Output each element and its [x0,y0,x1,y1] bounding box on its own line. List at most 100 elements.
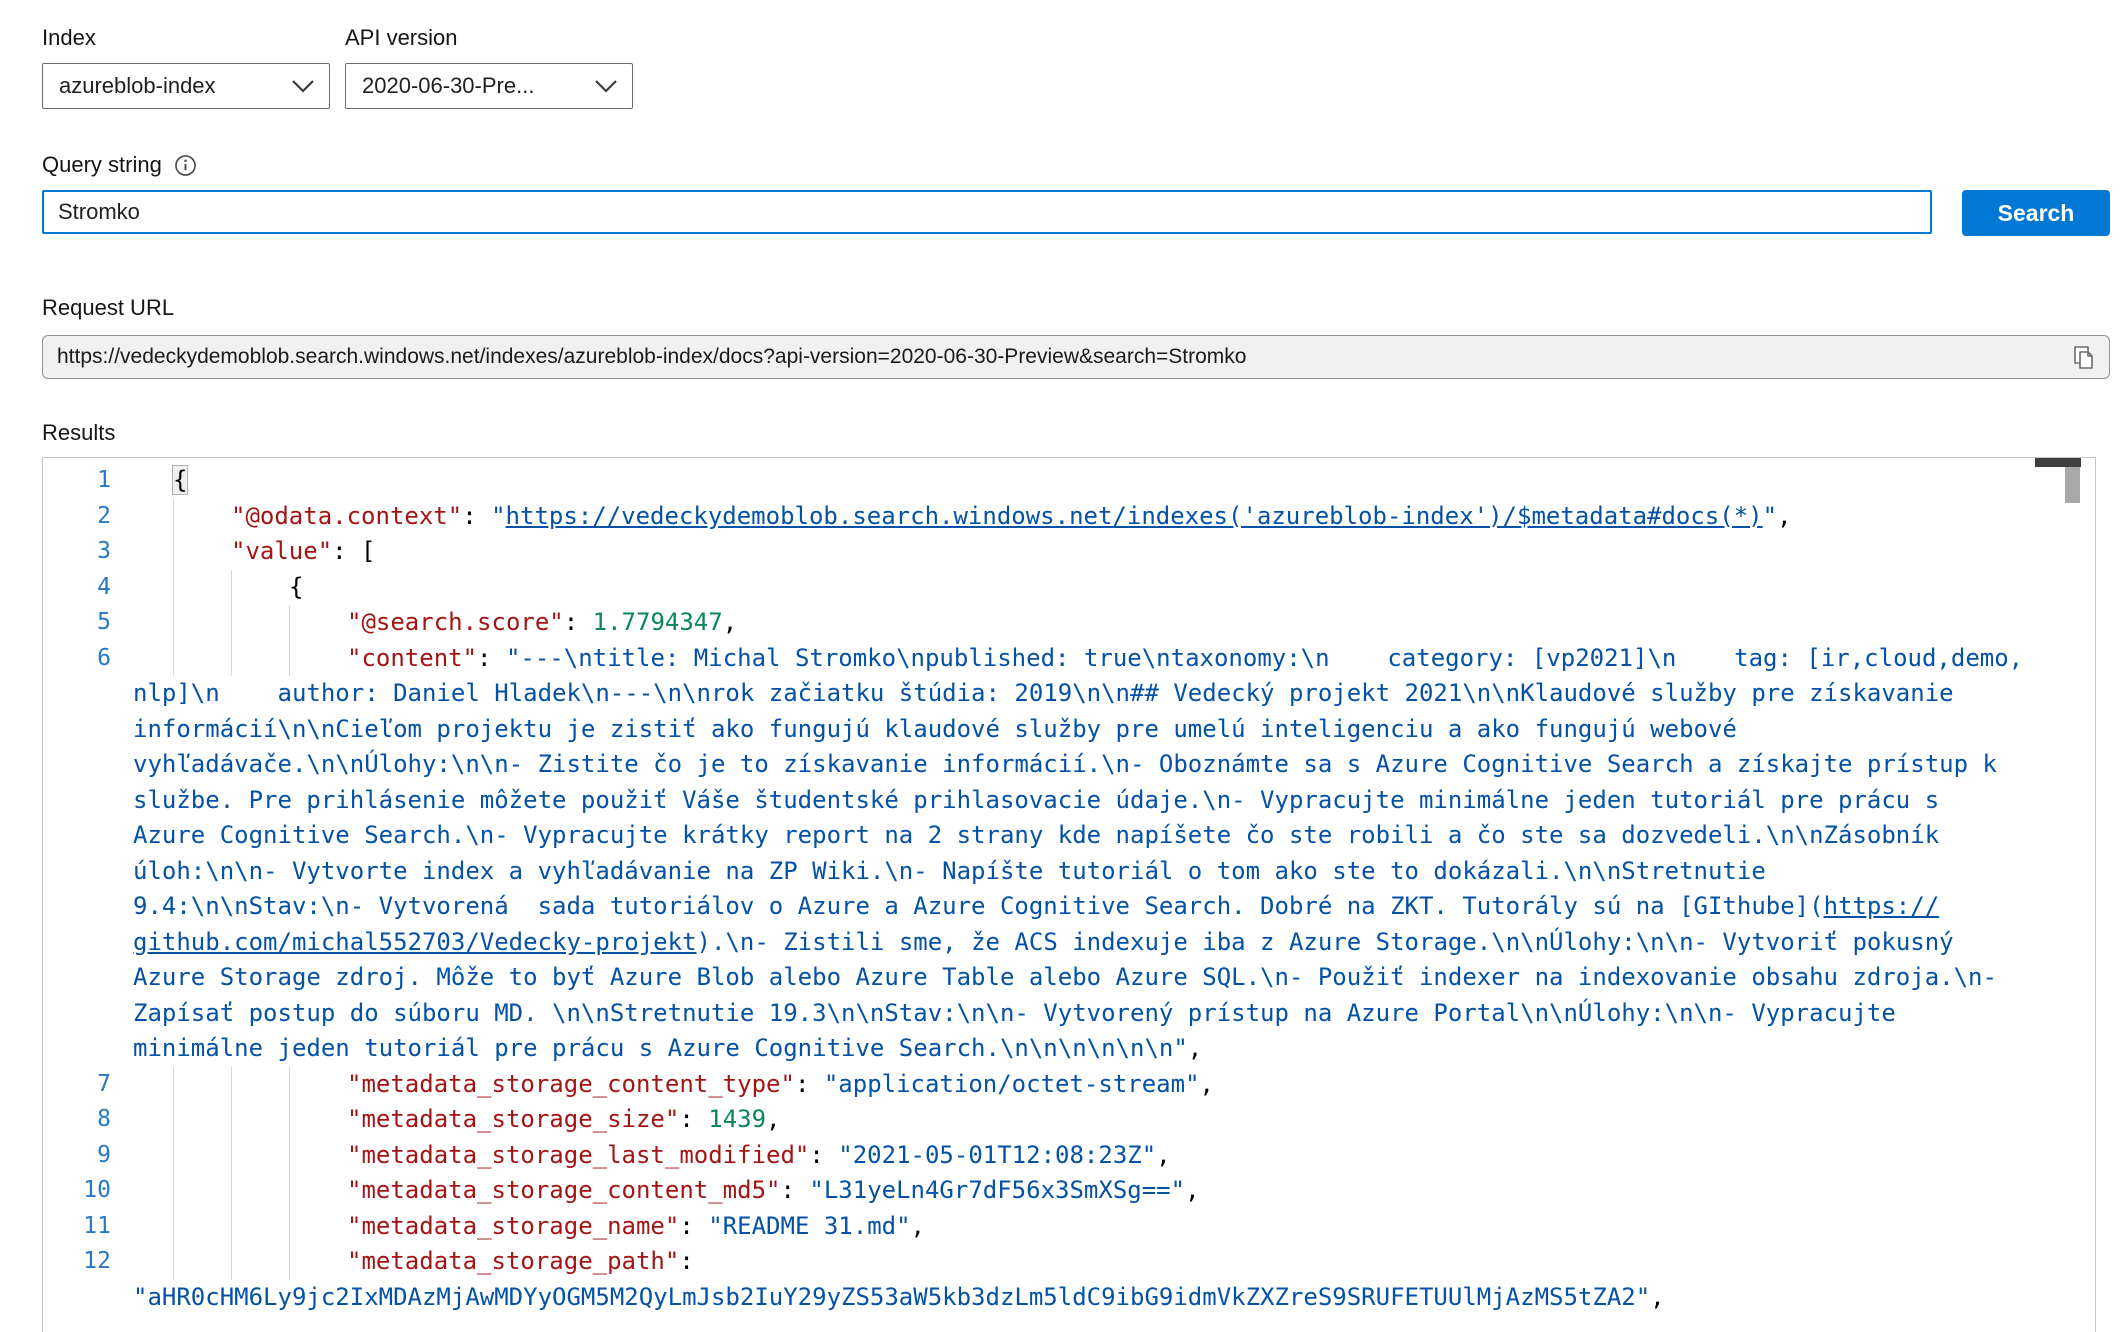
code-token: "content" [347,644,477,672]
code-token: : [679,1247,693,1275]
search-button[interactable]: Search [1962,190,2110,236]
code-row: 4{ [43,570,2095,606]
code-row: 1{ [43,463,2095,499]
line-number: 7 [43,1067,133,1103]
code-token: nlp]\n author: Daniel Hladek\n---\n\nrok… [133,679,1954,707]
query-string-label: Query string [42,153,162,177]
code-row: vyhľadávače.\n\nÚlohy:\n\n- Zistite čo j… [43,747,2095,783]
indent-guide [173,1102,174,1138]
indent-guide [289,605,290,641]
line-number: 6 [43,641,133,677]
line-number [43,854,133,890]
code-token: "---\ntitle: Michal Stromko\npublished: … [506,644,2023,672]
code-token: , [1200,1070,1214,1098]
code-row: 11"metadata_storage_name": "README 31.md… [43,1209,2095,1245]
code-token: : [462,502,491,530]
index-api-row: Index azureblob-index API version 2020-0… [42,26,2110,109]
code-token: "value" [231,537,332,565]
info-icon[interactable] [174,154,197,177]
indent-guide [231,1102,232,1138]
indent-guide [289,1067,290,1103]
code-token: minimálne jeden tutoriál pre prácu s Azu… [133,1034,1188,1062]
code-token: Zapísať postup do súboru MD. \n\nStretnu… [133,999,1896,1027]
indent-guide [231,1209,232,1245]
line-number: 1 [43,463,133,499]
code-token: "metadata_storage_name" [347,1212,679,1240]
indent-guide [231,1173,232,1209]
indent-guide [231,1138,232,1174]
code-row: nlp]\n author: Daniel Hladek\n---\n\nrok… [43,676,2095,712]
code-rows: 1{2"@odata.context": "https://vedeckydem… [43,463,2095,1315]
indent-guide [231,605,232,641]
copy-icon[interactable] [2069,343,2097,379]
code-link[interactable]: https://vedeckydemoblob.search.windows.n… [506,502,1763,530]
code-token: "application/octet-stream" [824,1070,1200,1098]
code-link[interactable]: github.com/michal552703/Vedecky-projekt [133,928,697,956]
indent-guide [173,605,174,641]
code-token: : [780,1176,809,1204]
line-number: 9 [43,1138,133,1174]
code-row: 9.4:\n\nStav:\n- Vytvorená sada tutoriál… [43,889,2095,925]
code-token: : [564,608,593,636]
line-number [43,1031,133,1067]
query-input[interactable] [42,190,1932,234]
line-number: 3 [43,534,133,570]
index-select[interactable]: azureblob-index [42,63,330,109]
code-token: , [723,608,737,636]
results-label: Results [42,421,2110,445]
indent-guide [289,1173,290,1209]
code-token: "metadata_storage_content_type" [347,1070,795,1098]
api-version-select[interactable]: 2020-06-30-Pre... [345,63,633,109]
line-number: 8 [43,1102,133,1138]
query-string-label-row: Query string [42,153,2110,177]
code-token: : [679,1105,708,1133]
line-number [43,996,133,1032]
code-token: informácií\n\nCieľom projektu je zistiť … [133,715,1737,743]
indent-guide [173,1138,174,1174]
index-label: Index [42,26,330,50]
line-number [43,1280,133,1316]
code-row: minimálne jeden tutoriál pre prácu s Azu… [43,1031,2095,1067]
indent-guide [173,1067,174,1103]
line-number [43,747,133,783]
code-row: 9"metadata_storage_last_modified": "2021… [43,1138,2095,1174]
code-row: úloh:\n\n- Vytvorte index a vyhľadávanie… [43,854,2095,890]
code-token: , [766,1105,780,1133]
line-number [43,925,133,961]
code-token: : [ [332,537,375,565]
code-token: , [1777,502,1791,530]
code-row: "aHR0cHM6Ly9jc2IxMDAzMjAwMDYyOGM5M2QyLmJ… [43,1280,2095,1316]
code-token: , [1156,1141,1170,1169]
line-number: 12 [43,1244,133,1280]
indent-guide [173,1244,174,1280]
indent-guide [173,1209,174,1245]
scrollbar-thumb[interactable] [2065,467,2080,503]
indent-guide [231,641,232,677]
request-url-label: Request URL [42,296,2110,320]
code-row: github.com/michal552703/Vedecky-projekt)… [43,925,2095,961]
code-token: , [1188,1034,1202,1062]
indent-guide [173,1173,174,1209]
code-row: 5"@search.score": 1.7794347, [43,605,2095,641]
code-token: 1439 [708,1105,766,1133]
indent-guide [289,1138,290,1174]
code-token: { [289,573,303,601]
indent-guide [289,641,290,677]
code-link[interactable]: https:// [1824,892,1940,920]
code-row: Zapísať postup do súboru MD. \n\nStretnu… [43,996,2095,1032]
code-row: 3 "value": [ [43,534,2095,570]
results-editor[interactable]: 1{2"@odata.context": "https://vedeckydem… [42,457,2096,1332]
indent-guide [173,534,174,570]
line-number [43,960,133,996]
code-token: 9.4:\n\nStav:\n- Vytvorená sada tutoriál… [133,892,1824,920]
api-version-select-value: 2020-06-30-Pre... [362,73,534,99]
code-token: "metadata_storage_path" [347,1247,679,1275]
indent-guide [173,570,174,606]
line-number [43,818,133,854]
code-token: , [1185,1176,1199,1204]
line-number: 11 [43,1209,133,1245]
query-row: Search [42,190,2110,236]
code-token: " [491,502,505,530]
chevron-down-icon [594,73,618,99]
code-row: službe. Pre prihlásenie môžete použiť Vá… [43,783,2095,819]
